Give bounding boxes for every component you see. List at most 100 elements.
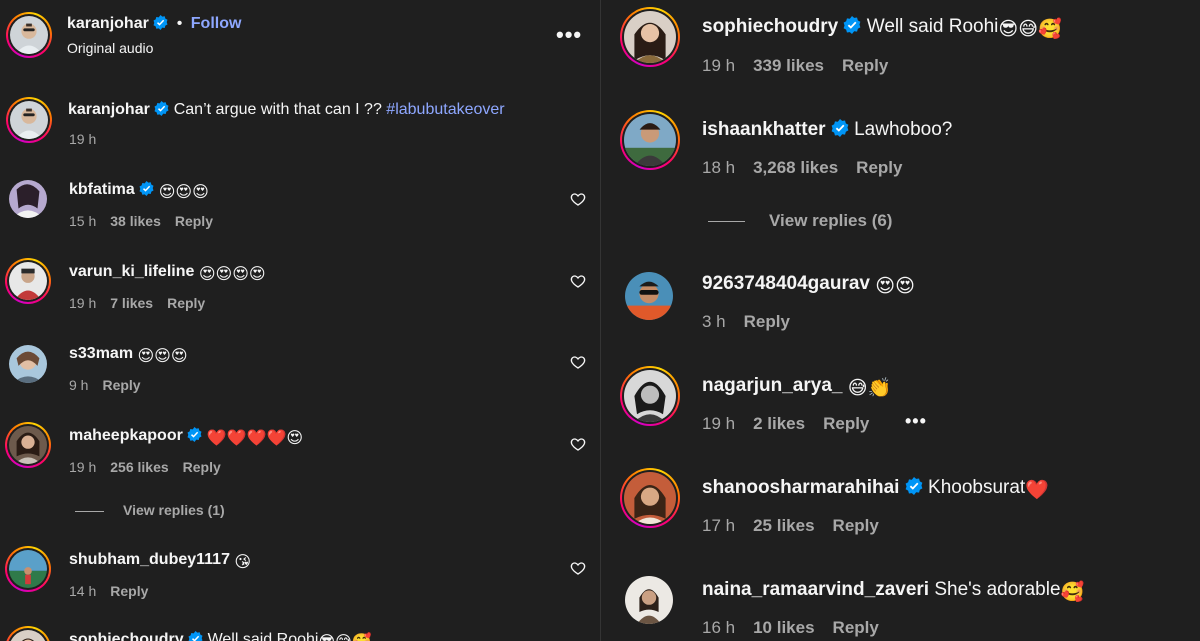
comment-line-shanoosharma: shanoosharmarahihai Khoobsurat❤️ [702,477,1049,502]
more-options-icon[interactable]: ••• [556,22,582,48]
reply-button[interactable]: Reply [102,377,140,393]
heart-icon[interactable] [570,560,586,576]
view-replies-line [708,221,745,222]
comment-username[interactable]: sophiechoudry [69,631,188,641]
comment-line-s33mam: s33mam 😍😍😍 [69,345,188,366]
more-options-icon[interactable]: ••• [905,411,927,432]
verified-badge-icon [139,181,154,201]
reply-button[interactable]: Reply [823,414,869,433]
avatar-maheepkapoor[interactable] [5,422,51,468]
reply-button[interactable]: Reply [167,295,205,311]
reply-button[interactable]: Reply [856,158,902,177]
comment-emojis: 😍😍😍 [137,348,188,365]
avatar-image [9,550,47,588]
comment-time: 17 h [702,516,736,535]
comment-emojis: 😎😅🥰 [318,632,371,641]
comment-username[interactable]: s33mam [69,345,138,362]
comment-likes[interactable]: 3,268 likes [753,158,838,177]
avatar-karanjohar-caption[interactable] [6,97,52,143]
comment-time: 16 h [702,618,736,637]
comment-likes[interactable]: 38 likes [110,213,161,229]
caption-username[interactable]: karanjohar [68,101,154,118]
comment-username[interactable]: maheepkapoor [69,427,187,444]
avatar-sophiechoudry-partial[interactable] [5,626,51,641]
avatar-image [624,114,676,166]
comment-meta-sophiechoudry: 19 h 339 likes Reply [702,56,906,76]
comment-line-varun: varun_ki_lifeline 😍😍😍😍 [69,263,266,284]
post-header-line: karanjohar • Follow [67,15,241,35]
comment-time: 15 h [69,213,97,229]
caption-time: 19 h [69,131,97,147]
avatar-image [9,262,47,300]
comment-line-kbfatima: kbfatima 😍😍😍 [69,181,209,202]
comment-meta-shubham: 14 h Reply [69,583,162,599]
comment-username[interactable]: nagarjun_arya_ [702,375,848,396]
comment-likes[interactable]: 7 likes [110,295,153,311]
reply-button[interactable]: Reply [183,459,221,475]
verified-badge-icon [187,427,202,447]
comment-meta-naina: 16 h 10 likes Reply [702,618,897,638]
caption-hashtag[interactable]: #labubutakeover [386,101,504,118]
comment-likes[interactable]: 339 likes [753,56,824,75]
reply-button[interactable]: Reply [175,213,213,229]
view-replies-button[interactable]: View replies (6) [769,211,892,231]
avatar-ishaankhatter[interactable] [620,110,680,170]
avatar-s33mam[interactable] [9,345,47,383]
reply-button[interactable]: Reply [833,618,879,637]
heart-icon[interactable] [570,191,586,207]
comment-username[interactable]: varun_ki_lifeline [69,263,199,280]
avatar-nagarjun_arya_[interactable] [620,366,680,426]
view-replies-button[interactable]: View replies (1) [123,502,225,518]
comment-emojis: 😘 [234,554,252,571]
verified-badge-icon [905,477,923,501]
reply-button[interactable]: Reply [842,56,888,75]
verified-badge-icon [153,15,168,35]
verified-badge-icon [831,119,849,143]
comment-meta-maheepkapoor: 19 h 256 likes Reply [69,459,235,475]
comment-meta-varun: 19 h 7 likes Reply [69,295,219,311]
avatar-karanjohar-header[interactable] [6,12,52,58]
comment-text: Well said Roohi [207,631,319,641]
comment-time: 19 h [702,56,736,75]
avatar-9263748404gaurav[interactable] [625,272,673,320]
comment-username[interactable]: 9263748404gaurav [702,273,875,294]
heart-icon[interactable] [570,273,586,289]
verified-badge-icon [154,101,169,121]
comment-text: Khoobsurat [928,477,1026,498]
heart-icon[interactable] [570,354,586,370]
comment-username[interactable]: ishaankhatter [702,119,831,140]
comment-emojis: 😍😍 [875,276,915,297]
avatar-sophiechoudry[interactable] [620,7,680,67]
comment-likes[interactable]: 256 likes [110,459,168,475]
comments-panel-left: karanjohar • Follow Original audio ••• k… [0,0,600,641]
comment-username[interactable]: shubham_dubey1117 [69,551,234,568]
comment-emojis: 😍😍😍😍 [198,266,266,283]
comment-line-sophiechoudry: sophiechoudry Well said Roohi😎😅🥰 [702,16,1062,41]
avatar-kbfatima[interactable] [9,180,47,218]
comment-username[interactable]: sophiechoudry [702,16,843,37]
comment-username[interactable]: kbfatima [69,181,139,198]
follow-button[interactable]: Follow [191,15,242,32]
post-author[interactable]: karanjohar [67,15,153,32]
comment-username[interactable]: naina_ramaarvind_zaveri [702,579,934,600]
avatar-image [625,576,673,624]
comment-username[interactable]: shanoosharmarahihai [702,477,905,498]
reply-button[interactable]: Reply [744,312,790,331]
heart-icon[interactable] [570,436,586,452]
avatar-naina_ramaarvind_zaveri[interactable] [625,576,673,624]
comment-time: 19 h [69,295,97,311]
comment-time: 14 h [69,583,97,599]
avatar-shanoosharmarahihai[interactable] [620,468,680,528]
comment-likes[interactable]: 25 likes [753,516,814,535]
reply-button[interactable]: Reply [833,516,879,535]
original-audio-link[interactable]: Original audio [67,40,153,56]
comment-line-gaurav: 9263748404gaurav 😍😍 [702,273,915,298]
comment-likes[interactable]: 2 likes [753,414,805,433]
avatar-image [10,101,48,139]
avatar-varun_ki_lifeline[interactable] [5,258,51,304]
avatar-shubham_dubey1117[interactable] [5,546,51,592]
comment-likes[interactable]: 10 likes [753,618,814,637]
caption-line: karanjohar Can’t argue with that can I ?… [68,101,505,121]
comment-text: Lawhoboo? [854,119,953,140]
reply-button[interactable]: Reply [110,583,148,599]
